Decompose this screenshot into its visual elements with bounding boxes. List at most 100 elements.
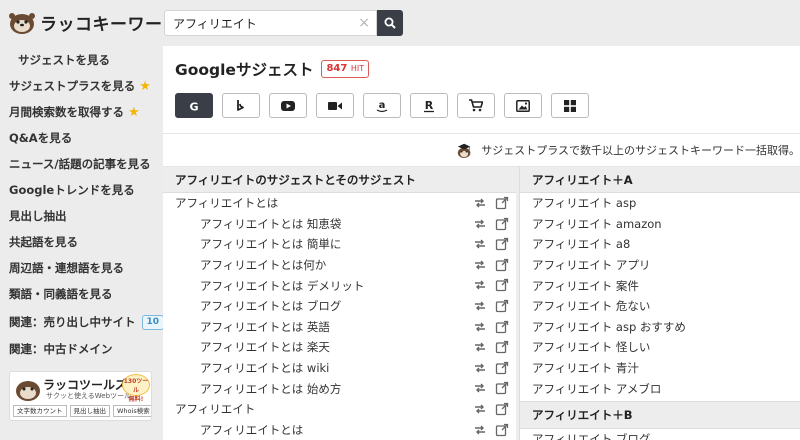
suggest-row[interactable]: アフィリエイト アメブロ: [520, 378, 800, 399]
suggest-row[interactable]: アフィリエイト ブログ: [520, 429, 800, 440]
engine-google-button[interactable]: G: [175, 93, 213, 118]
sidebar-item-sites-for-sale[interactable]: 関連：売り出し中サイト 10: [0, 310, 165, 334]
suggest-row[interactable]: アフィリエイトとは 楽天: [163, 337, 516, 358]
external-link-icon[interactable]: [495, 299, 509, 313]
search-button[interactable]: [377, 10, 403, 36]
engine-youtube-button[interactable]: [269, 93, 307, 118]
repeat-suggest-icon[interactable]: [473, 278, 487, 292]
star-icon: ★: [128, 104, 140, 120]
external-link-icon[interactable]: [495, 381, 509, 395]
external-link-icon[interactable]: [495, 278, 509, 292]
sidebar-item-suggest-plus[interactable]: サジェストプラスを見る ★: [0, 74, 163, 98]
sidebar-item-suggest[interactable]: サジェストを見る: [0, 48, 163, 72]
external-link-icon[interactable]: [495, 320, 509, 334]
repeat-suggest-icon[interactable]: [473, 217, 487, 231]
clear-icon[interactable]: ×: [358, 15, 370, 31]
image-icon: [516, 99, 530, 112]
suggest-row[interactable]: アフィリエイト a8: [520, 234, 800, 255]
otter-professor-icon: [457, 143, 471, 158]
engine-shopping-button[interactable]: [457, 93, 495, 118]
suggest-row[interactable]: アフィリエイト: [163, 399, 516, 420]
header: ラッコキーワード ×: [0, 0, 800, 46]
suggest-row[interactable]: アフィリエイトとは デメリット: [163, 275, 516, 296]
suggest-plus-promo[interactable]: サジェストプラスで数千以上のサジェストキーワード一括取得。: [455, 134, 800, 166]
suggest-row[interactable]: アフィリエイト amazon: [520, 214, 800, 235]
suggest-row[interactable]: アフィリエイトとは wiki: [163, 358, 516, 379]
row-actions: [473, 402, 516, 416]
suggest-row[interactable]: アフィリエイト asp: [520, 193, 800, 214]
suggest-row[interactable]: アフィリエイトとは: [163, 420, 516, 440]
suggest-row[interactable]: アフィリエイトとは: [163, 193, 516, 214]
sidebar-item-label: 類語・同義語を見る: [9, 287, 113, 301]
external-link-icon[interactable]: [495, 340, 509, 354]
engine-bing-button[interactable]: [222, 93, 260, 118]
suggest-keyword: アフィリエイトとは ブログ: [200, 299, 342, 314]
sidebar-item-search-volume[interactable]: 月間検索数を取得する ★: [0, 100, 163, 124]
rakko-tools-banner[interactable]: ラッコツールズ サクッと使えるWebツール 130ツール 無料! 文字数カウント…: [9, 371, 152, 421]
suggest-row[interactable]: アフィリエイト 危ない: [520, 296, 800, 317]
suggest-keyword: アフィリエイトとは wiki: [200, 361, 330, 376]
engine-amazon-button[interactable]: a: [363, 93, 401, 118]
repeat-suggest-icon[interactable]: [473, 340, 487, 354]
repeat-suggest-icon[interactable]: [473, 423, 487, 437]
suggest-row[interactable]: アフィリエイト アプリ: [520, 255, 800, 276]
external-link-icon[interactable]: [495, 402, 509, 416]
svg-text:G: G: [189, 100, 198, 112]
suggest-column-main: アフィリエイトのサジェストとそのサジェスト アフィリエイトとは アフィリエイトとは…: [163, 167, 516, 440]
sidebar-item-label: Q&Aを見る: [9, 131, 73, 145]
external-link-icon[interactable]: [495, 258, 509, 272]
repeat-suggest-icon[interactable]: [473, 237, 487, 251]
engine-video-button[interactable]: [316, 93, 354, 118]
repeat-suggest-icon[interactable]: [473, 381, 487, 395]
suggest-keyword: アフィリエイトとは何か: [200, 258, 327, 273]
suggest-keyword: アフィリエイトとは 簡単に: [200, 237, 342, 252]
sidebar: サジェストを見る サジェストプラスを見る ★ 月間検索数を取得する ★ Q&Aを見る…: [0, 46, 165, 440]
sidebar-item-headings[interactable]: 見出し抽出: [0, 204, 163, 228]
sidebar-item-synonyms[interactable]: 類語・同義語を見る: [0, 282, 163, 306]
external-link-icon[interactable]: [495, 237, 509, 251]
suggest-row[interactable]: アフィリエイト 怪しい: [520, 337, 800, 358]
suggest-row[interactable]: アフィリエイトとは 知恵袋: [163, 214, 516, 235]
external-link-icon[interactable]: [495, 361, 509, 375]
external-link-icon[interactable]: [495, 196, 509, 210]
suggest-row[interactable]: アフィリエイトとは 英語: [163, 317, 516, 338]
suggest-row[interactable]: アフィリエイト 青汁: [520, 358, 800, 379]
sidebar-item-qa[interactable]: Q&Aを見る: [0, 126, 163, 150]
sidebar-item-news[interactable]: ニュース/話題の記事を見る: [0, 152, 163, 176]
sidebar-item-related-words[interactable]: 周辺語・連想語を見る: [0, 256, 163, 280]
engine-rakuten-button[interactable]: R: [410, 93, 448, 118]
engine-tabs: G a R: [175, 93, 598, 118]
rakuten-icon: R: [424, 99, 434, 112]
search-input[interactable]: [173, 16, 353, 30]
repeat-suggest-icon[interactable]: [473, 361, 487, 375]
suggest-row[interactable]: アフィリエイトとは 簡単に: [163, 234, 516, 255]
banner-bubble-line1: 130ツール: [123, 378, 149, 394]
suggest-row[interactable]: アフィリエイトとは 始め方: [163, 378, 516, 399]
suggest-row[interactable]: アフィリエイトとは何か: [163, 255, 516, 276]
suggest-row[interactable]: アフィリエイト asp おすすめ: [520, 317, 800, 338]
engine-image-button[interactable]: [504, 93, 542, 118]
sidebar-item-label: 周辺語・連想語を見る: [9, 261, 124, 275]
row-actions: [473, 299, 516, 313]
repeat-suggest-icon[interactable]: [473, 402, 487, 416]
logo[interactable]: ラッコキーワード: [8, 8, 180, 36]
sidebar-item-label: 共起語を見る: [9, 235, 78, 249]
suggest-row[interactable]: アフィリエイト 案件: [520, 275, 800, 296]
repeat-suggest-icon[interactable]: [473, 196, 487, 210]
grid-icon: [564, 99, 576, 112]
external-link-icon[interactable]: [495, 423, 509, 437]
repeat-suggest-icon[interactable]: [473, 320, 487, 334]
external-link-icon[interactable]: [495, 217, 509, 231]
engine-apps-button[interactable]: [551, 93, 589, 118]
repeat-suggest-icon[interactable]: [473, 299, 487, 313]
hit-count: 847: [326, 63, 348, 74]
sidebar-item-google-trends[interactable]: Googleトレンドを見る: [0, 178, 163, 202]
column-header-a: アフィリエイト＋A: [520, 167, 800, 193]
row-actions: [473, 423, 516, 437]
sidebar-item-used-domains[interactable]: 関連：中古ドメイン: [0, 337, 163, 361]
row-actions: [473, 381, 516, 395]
suggest-row[interactable]: アフィリエイトとは ブログ: [163, 296, 516, 317]
shopping-cart-icon: [469, 99, 483, 112]
repeat-suggest-icon[interactable]: [473, 258, 487, 272]
sidebar-item-cooccurrence[interactable]: 共起語を見る: [0, 230, 163, 254]
